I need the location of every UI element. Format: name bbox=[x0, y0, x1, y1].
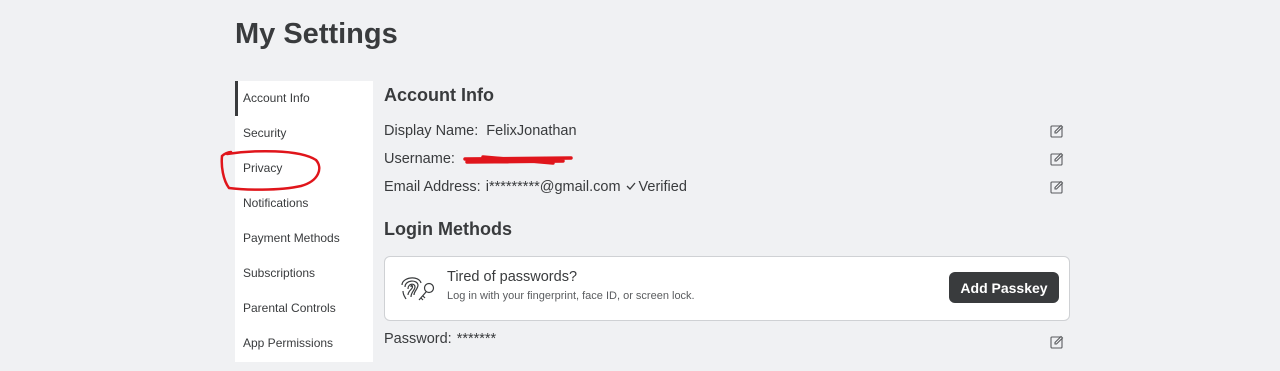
passkey-title: Tired of passwords? bbox=[447, 269, 578, 285]
email-value: i*********@gmail.com bbox=[485, 179, 621, 195]
username-label: Username: bbox=[384, 151, 455, 167]
display-name-row: Display Name: FelixJonathan bbox=[384, 119, 1070, 143]
sidebar-item-subscriptions[interactable]: Subscriptions bbox=[235, 256, 373, 291]
display-name-value: FelixJonathan bbox=[486, 123, 577, 139]
check-icon bbox=[626, 182, 636, 190]
edit-username-icon[interactable] bbox=[1050, 152, 1064, 166]
password-row: Password: ******* bbox=[384, 327, 1070, 351]
password-label: Password: bbox=[384, 331, 452, 347]
edit-display-name-icon[interactable] bbox=[1050, 124, 1064, 138]
sidebar-item-parental-controls[interactable]: Parental Controls bbox=[235, 291, 373, 326]
edit-email-icon[interactable] bbox=[1050, 180, 1064, 194]
email-status: Verified bbox=[638, 179, 687, 195]
add-passkey-button[interactable]: Add Passkey bbox=[949, 272, 1059, 303]
password-value: ******* bbox=[456, 331, 497, 347]
page-title: My Settings bbox=[235, 18, 398, 50]
sidebar-item-security[interactable]: Security bbox=[235, 116, 373, 151]
passkey-subtitle: Log in with your fingerprint, face ID, o… bbox=[447, 290, 695, 302]
verified-badge: Verified bbox=[626, 179, 687, 195]
email-row: Email Address: i*********@gmail.com Veri… bbox=[384, 175, 1070, 199]
edit-password-icon[interactable] bbox=[1050, 335, 1064, 349]
sidebar-item-account-info[interactable]: Account Info bbox=[235, 81, 373, 116]
account-info-title: Account Info bbox=[384, 85, 494, 105]
passkey-card: Tired of passwords? Log in with your fin… bbox=[384, 256, 1070, 321]
email-label: Email Address: bbox=[384, 179, 481, 195]
settings-sidebar: Account Info Security Privacy Notificati… bbox=[235, 81, 373, 362]
redacted-username-scribble bbox=[463, 155, 573, 165]
sidebar-item-notifications[interactable]: Notifications bbox=[235, 186, 373, 221]
sidebar-item-app-permissions[interactable]: App Permissions bbox=[235, 326, 373, 361]
fingerprint-key-icon bbox=[401, 277, 435, 301]
username-row: Username: bbox=[384, 147, 1070, 171]
sidebar-item-payment-methods[interactable]: Payment Methods bbox=[235, 221, 373, 256]
display-name-label: Display Name: bbox=[384, 123, 479, 139]
sidebar-item-privacy[interactable]: Privacy bbox=[235, 151, 373, 186]
login-methods-title: Login Methods bbox=[384, 219, 512, 239]
